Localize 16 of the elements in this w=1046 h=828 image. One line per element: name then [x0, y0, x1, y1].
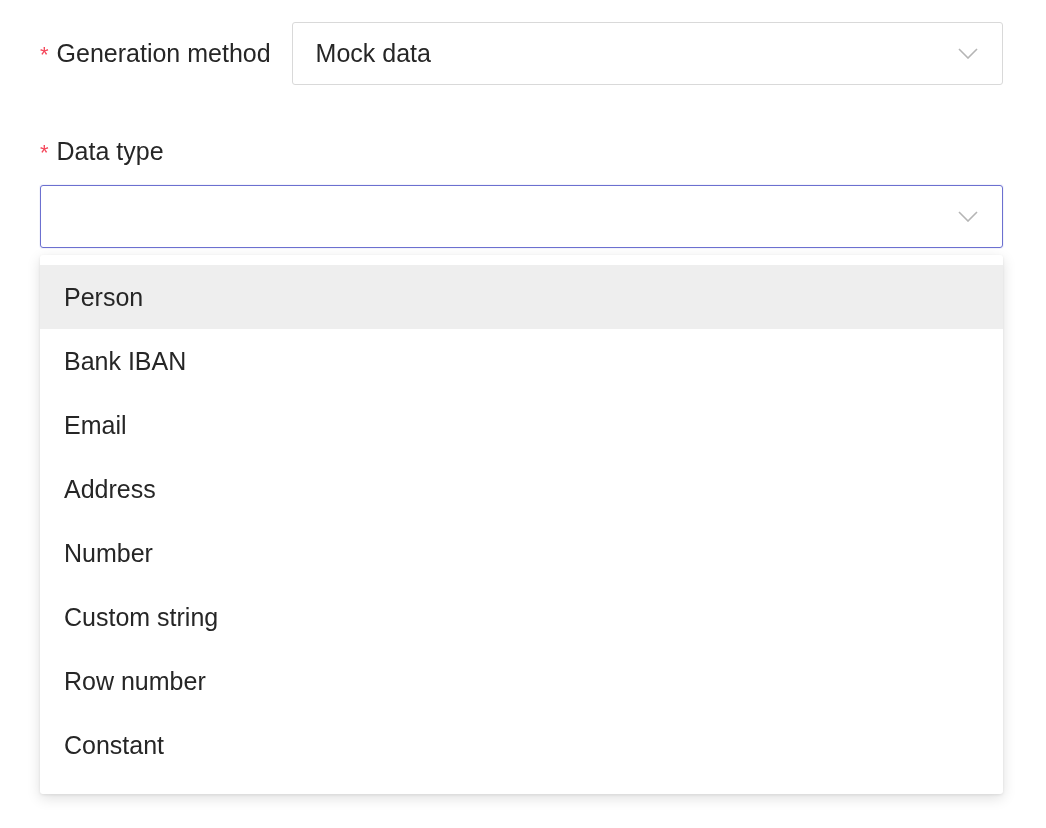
dropdown-option[interactable]: Constant — [40, 713, 1003, 777]
field-label: Generation method — [56, 39, 271, 68]
dropdown-option[interactable]: Number — [40, 521, 1003, 585]
dropdown-option[interactable]: Address — [40, 457, 1003, 521]
required-asterisk: * — [40, 42, 49, 68]
required-asterisk: * — [40, 140, 49, 166]
chevron-down-icon — [958, 211, 978, 222]
select-field[interactable]: Mock data — [291, 22, 1003, 85]
dropdown-option[interactable]: Person — [40, 265, 1003, 329]
field-label: Data type — [56, 137, 164, 166]
dropdown-option[interactable]: Row number — [40, 649, 1003, 713]
select-field[interactable] — [40, 185, 1003, 248]
dropdown-option[interactable]: Bank IBAN — [40, 329, 1003, 393]
chevron-down-icon — [958, 48, 978, 59]
dropdown-option[interactable]: Custom string — [40, 585, 1003, 649]
dropdown-option[interactable]: Email — [40, 393, 1003, 457]
